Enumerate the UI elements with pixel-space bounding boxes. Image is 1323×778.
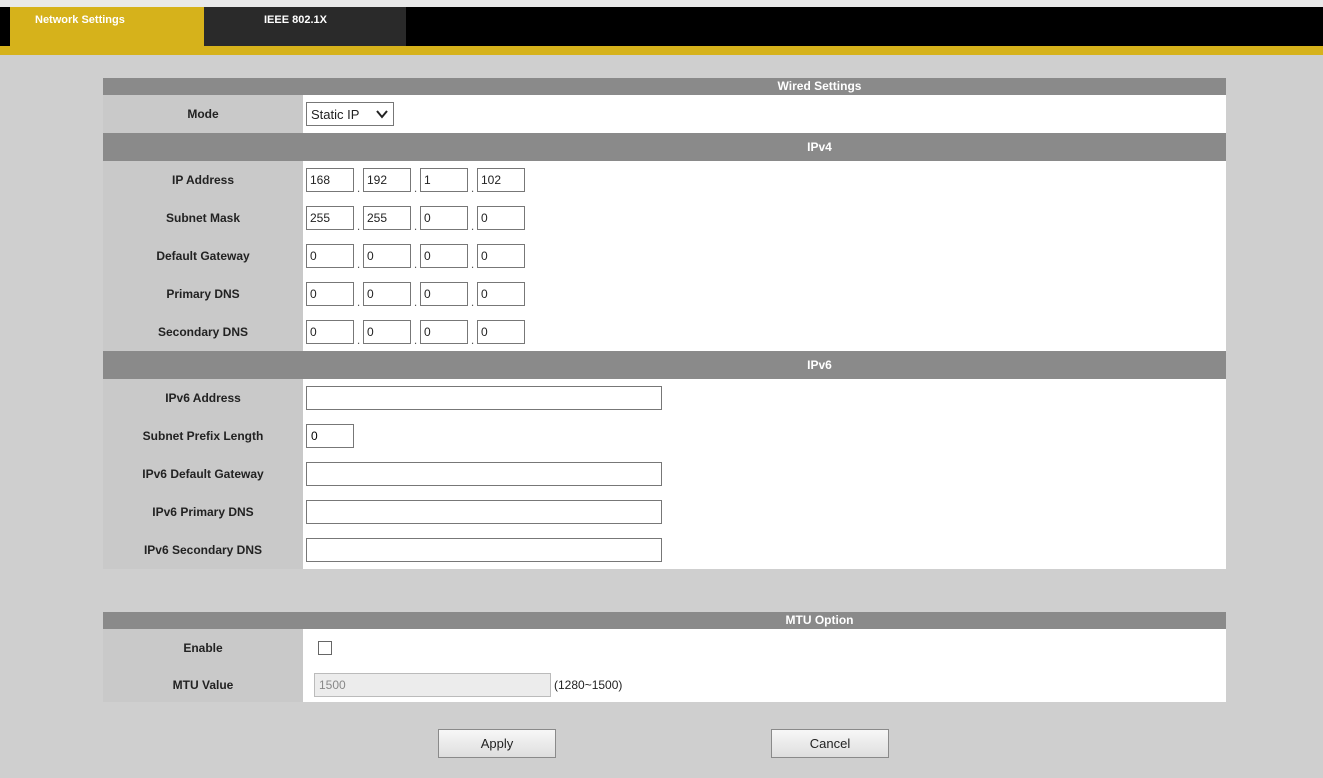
default-gateway-octet-2[interactable] — [363, 244, 411, 268]
primary-dns-octet-2[interactable] — [363, 282, 411, 306]
ipv6-secondary-dns-label: IPv6 Secondary DNS — [103, 531, 303, 569]
ip-address-octet-3[interactable] — [420, 168, 468, 192]
ipv6-address-row: IPv6 Address — [103, 379, 1226, 417]
secondary-dns-octet-4[interactable] — [477, 320, 525, 344]
chevron-down-icon — [376, 110, 388, 119]
mode-select[interactable]: Static IP — [306, 102, 394, 126]
secondary-dns-octet-1[interactable] — [306, 320, 354, 344]
default-gateway-row: Default Gateway . . . — [103, 237, 1226, 275]
subnet-mask-octet-3[interactable] — [420, 206, 468, 230]
ipv6-gateway-label: IPv6 Default Gateway — [103, 455, 303, 493]
mode-row: Mode Static IP — [103, 95, 1226, 133]
ipv6-secondary-dns-row: IPv6 Secondary DNS — [103, 531, 1226, 569]
wired-settings-panel: Wired Settings Mode Static IP IPv4 IP Ad… — [103, 78, 1226, 569]
secondary-dns-octet-3[interactable] — [420, 320, 468, 344]
ipv6-secondary-dns-input[interactable] — [306, 538, 662, 562]
default-gateway-octet-3[interactable] — [420, 244, 468, 268]
tab-underline — [0, 46, 1323, 55]
wired-settings-header: Wired Settings — [103, 78, 1226, 95]
ipv6-gateway-row: IPv6 Default Gateway — [103, 455, 1226, 493]
mtu-enable-row: Enable — [103, 629, 1226, 667]
top-strip — [0, 0, 1323, 7]
primary-dns-octet-4[interactable] — [477, 282, 525, 306]
subnet-prefix-label: Subnet Prefix Length — [103, 417, 303, 455]
mtu-range-hint: (1280~1500) — [554, 677, 623, 692]
subnet-mask-octet-2[interactable] — [363, 206, 411, 230]
apply-button[interactable]: Apply — [438, 729, 556, 758]
default-gateway-label: Default Gateway — [103, 237, 303, 275]
ipv6-header: IPv6 — [103, 351, 1226, 379]
ipv6-primary-dns-input[interactable] — [306, 500, 662, 524]
mtu-enable-checkbox[interactable] — [318, 641, 332, 655]
subnet-mask-octet-1[interactable] — [306, 206, 354, 230]
subnet-prefix-input[interactable] — [306, 424, 354, 448]
mtu-enable-label: Enable — [103, 629, 303, 667]
default-gateway-octet-4[interactable] — [477, 244, 525, 268]
ip-address-row: IP Address . . . — [103, 161, 1226, 199]
mode-label: Mode — [103, 95, 303, 133]
mtu-value-input[interactable] — [314, 672, 551, 697]
subnet-prefix-row: Subnet Prefix Length — [103, 417, 1226, 455]
ip-address-octet-4[interactable] — [477, 168, 525, 192]
tab-bar: Network Settings IEEE 802.1X — [0, 7, 1323, 53]
mtu-option-panel: MTU Option Enable MTU Value (1280~1500) — [103, 612, 1226, 702]
ip-address-octet-1[interactable] — [306, 168, 354, 192]
primary-dns-octet-3[interactable] — [420, 282, 468, 306]
mode-select-value: Static IP — [311, 106, 360, 122]
secondary-dns-row: Secondary DNS . . . — [103, 313, 1226, 351]
ipv6-address-input[interactable] — [306, 386, 662, 410]
ip-address-octet-2[interactable] — [363, 168, 411, 192]
subnet-mask-row: Subnet Mask . . . — [103, 199, 1226, 237]
cancel-button[interactable]: Cancel — [771, 729, 889, 758]
default-gateway-octet-1[interactable] — [306, 244, 354, 268]
primary-dns-label: Primary DNS — [103, 275, 303, 313]
subnet-mask-octet-4[interactable] — [477, 206, 525, 230]
primary-dns-row: Primary DNS . . . — [103, 275, 1226, 313]
mtu-value-row: MTU Value (1280~1500) — [103, 667, 1226, 702]
ipv6-gateway-input[interactable] — [306, 462, 662, 486]
mtu-value-label: MTU Value — [103, 667, 303, 702]
secondary-dns-label: Secondary DNS — [103, 313, 303, 351]
ipv6-primary-dns-row: IPv6 Primary DNS — [103, 493, 1226, 531]
secondary-dns-octet-2[interactable] — [363, 320, 411, 344]
ipv4-header: IPv4 — [103, 133, 1226, 161]
subnet-mask-label: Subnet Mask — [103, 199, 303, 237]
ipv6-address-label: IPv6 Address — [103, 379, 303, 417]
mtu-option-header: MTU Option — [103, 612, 1226, 629]
primary-dns-octet-1[interactable] — [306, 282, 354, 306]
ipv6-primary-dns-label: IPv6 Primary DNS — [103, 493, 303, 531]
ip-address-label: IP Address — [103, 161, 303, 199]
